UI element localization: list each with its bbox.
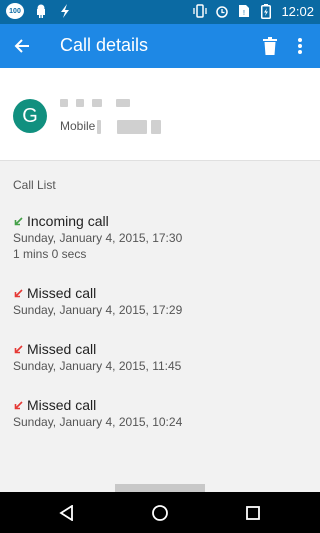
- contact-name-redacted: [60, 99, 130, 107]
- back-button[interactable]: [8, 32, 36, 60]
- flash-icon: [58, 3, 72, 19]
- phone-number-redacted: [97, 120, 161, 134]
- call-type: Missed call: [27, 285, 97, 301]
- call-list-item: Missed call Sunday, January 4, 2015, 11:…: [13, 341, 313, 373]
- call-type: Incoming call: [27, 213, 109, 229]
- trash-icon: [263, 37, 277, 55]
- nav-home-button[interactable]: [149, 502, 171, 524]
- arrow-left-icon: [14, 39, 29, 53]
- contact-header: G Mobile: [0, 68, 320, 160]
- vibrate-icon: [193, 3, 208, 19]
- call-duration: 1 mins 0 secs: [13, 247, 87, 261]
- call-type: Missed call: [27, 397, 97, 413]
- missed-call-icon: [13, 344, 23, 354]
- battery-icon: [259, 3, 273, 19]
- divider: [0, 160, 320, 161]
- call-list-header: Call List: [13, 178, 56, 192]
- status-time: 12:02: [281, 3, 314, 19]
- more-vert-icon: [298, 38, 302, 54]
- call-date: Sunday, January 4, 2015, 17:29: [13, 303, 183, 317]
- call-list-item: Missed call Sunday, January 4, 2015, 10:…: [13, 397, 313, 429]
- call-date: Sunday, January 4, 2015, 10:24: [13, 415, 183, 429]
- delete-button[interactable]: [258, 34, 282, 58]
- alarm-icon: [215, 3, 229, 19]
- call-type: Missed call: [27, 341, 97, 357]
- square-recents-icon: [246, 506, 260, 520]
- notification-badge: 100: [6, 3, 24, 19]
- nav-back-button[interactable]: [56, 502, 78, 524]
- call-list-item: Missed call Sunday, January 4, 2015, 17:…: [13, 285, 313, 317]
- navigation-bar: [0, 492, 320, 533]
- nav-recents-button[interactable]: [242, 502, 264, 524]
- call-date: Sunday, January 4, 2015, 11:45: [13, 359, 182, 373]
- watermark: [115, 484, 205, 492]
- android-icon: [34, 3, 48, 19]
- incoming-call-icon: [13, 216, 23, 226]
- call-date: Sunday, January 4, 2015, 17:30: [13, 231, 183, 245]
- missed-call-icon: [13, 288, 23, 298]
- status-bar: 100 ! 12:02: [0, 0, 320, 24]
- avatar[interactable]: G: [13, 99, 47, 133]
- svg-text:!: !: [243, 10, 245, 17]
- no-sim-icon: !: [237, 3, 251, 19]
- call-list-item: Incoming call Sunday, January 4, 2015, 1…: [13, 213, 313, 261]
- phone-type-label: Mobile: [60, 119, 96, 133]
- missed-call-icon: [13, 400, 23, 410]
- app-bar: Call details: [0, 24, 320, 68]
- more-options-button[interactable]: [290, 34, 310, 58]
- page-title: Call details: [60, 35, 149, 55]
- circle-home-icon: [152, 505, 168, 521]
- triangle-back-icon: [59, 505, 73, 521]
